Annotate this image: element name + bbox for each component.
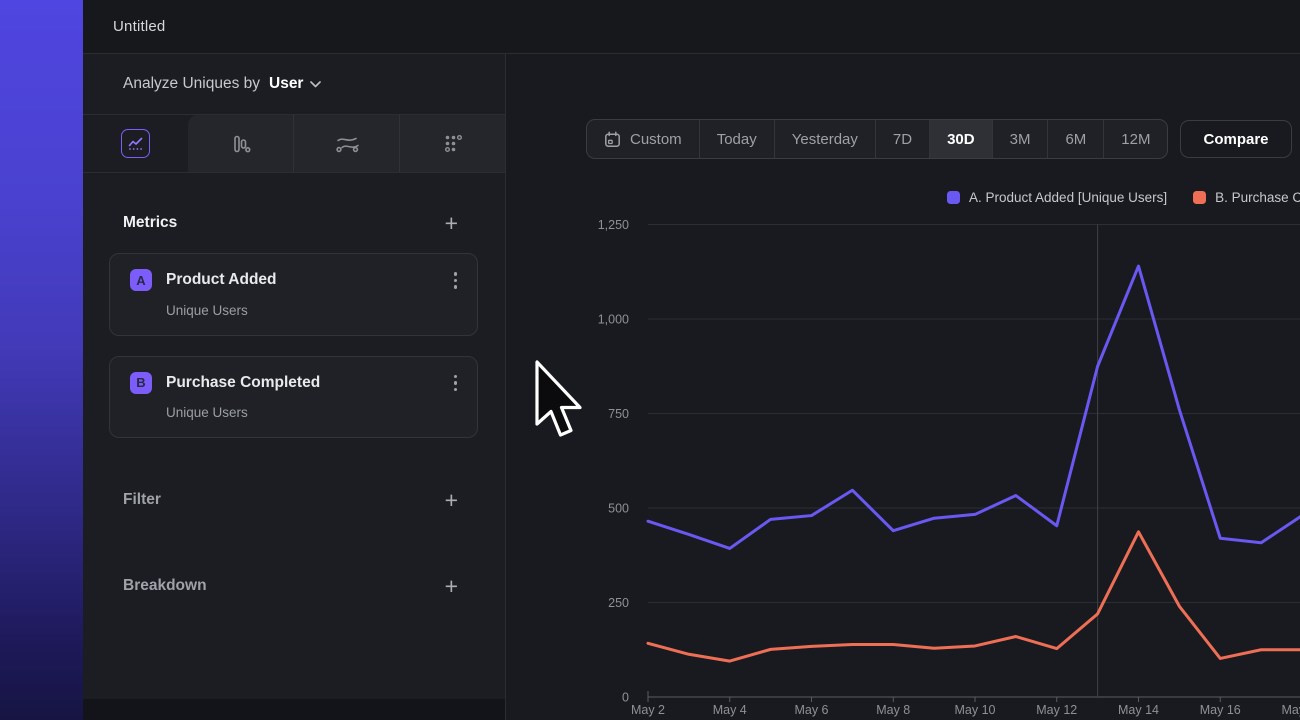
metric-name: Product Added — [166, 271, 277, 289]
svg-text:May 14: May 14 — [1118, 703, 1159, 717]
query-sidebar: Analyze Uniques by User — [83, 54, 506, 720]
metric-name: Purchase Completed — [166, 374, 320, 392]
breakdown-section: Breakdown + — [83, 576, 505, 596]
range-button-today[interactable]: Today — [700, 120, 775, 158]
filter-section: Filter + — [83, 490, 505, 510]
add-metric-button[interactable]: + — [445, 213, 458, 233]
svg-text:500: 500 — [608, 502, 629, 516]
metric-measurement[interactable]: Unique Users — [166, 405, 461, 420]
range-button-6m[interactable]: 6M — [1048, 120, 1104, 158]
svg-text:1,250: 1,250 — [598, 218, 629, 232]
flow-chart-icon — [334, 132, 360, 156]
chart-canvas[interactable]: 0 250 500 750 1,000 1,250 May 2 May 4 May 6 May 8… — [506, 213, 1300, 720]
chevron-down-icon — [310, 81, 321, 88]
grid-dots-icon — [441, 132, 465, 156]
svg-text:0: 0 — [622, 691, 629, 705]
line-chart-icon — [121, 129, 150, 158]
range-button-custom[interactable]: Custom — [587, 120, 700, 158]
legend-swatch — [947, 191, 960, 204]
range-button-yesterday[interactable]: Yesterday — [775, 120, 876, 158]
analyze-row: Analyze Uniques by User — [83, 54, 505, 115]
add-filter-button[interactable]: + — [445, 490, 458, 510]
metric-measurement[interactable]: Unique Users — [166, 303, 461, 318]
metric-card-list: A Product Added Unique Users B Purchase Comp… — [109, 253, 478, 438]
svg-text:May 4: May 4 — [713, 703, 747, 717]
sidebar-footer — [83, 699, 505, 720]
metric-card-a[interactable]: A Product Added Unique Users — [109, 253, 478, 336]
chart-type-tabs — [83, 115, 505, 173]
metric-badge: B — [130, 372, 152, 394]
date-range-bar: CustomTodayYesterday7D30D3M6M12M Compare — [586, 119, 1292, 159]
analyze-by-dropdown[interactable]: User — [269, 75, 321, 93]
tab-flow-chart[interactable] — [293, 115, 399, 172]
legend-swatch — [1193, 191, 1206, 204]
report-title[interactable]: Untitled — [113, 18, 165, 35]
svg-text:May 6: May 6 — [794, 703, 828, 717]
filter-title: Filter — [123, 491, 161, 509]
calendar-icon — [604, 131, 621, 148]
analyze-label: Analyze Uniques by — [123, 75, 260, 93]
metric-card-b[interactable]: B Purchase Completed Unique Users — [109, 356, 478, 439]
metrics-title: Metrics — [123, 214, 177, 232]
range-button-30d[interactable]: 30D — [930, 120, 993, 158]
svg-text:May 2: May 2 — [631, 703, 665, 717]
kebab-menu-icon[interactable] — [450, 269, 462, 292]
svg-text:May 18: May 18 — [1282, 703, 1300, 717]
metrics-section: Metrics + A Product Added Unique Users B Pur… — [83, 213, 505, 438]
date-range-group: CustomTodayYesterday7D30D3M6M12M — [586, 119, 1168, 159]
tab-line-chart[interactable] — [83, 115, 188, 172]
add-breakdown-button[interactable]: + — [445, 576, 458, 596]
svg-text:1,000: 1,000 — [598, 313, 629, 327]
svg-text:May 12: May 12 — [1036, 703, 1077, 717]
chart-legend: A. Product Added [Unique Users] B. Purcha… — [947, 190, 1300, 205]
metric-badge: A — [130, 269, 152, 291]
chart-panel: CustomTodayYesterday7D30D3M6M12M Compare… — [506, 54, 1300, 720]
analyze-by-value: User — [269, 75, 303, 93]
tab-bar-chart[interactable] — [188, 115, 293, 172]
legend-item[interactable]: B. Purchase Completed [Unique Users] — [1193, 190, 1300, 205]
chart-type-tabs-inactive-group — [188, 115, 505, 172]
breakdown-title: Breakdown — [123, 577, 207, 595]
legend-item[interactable]: A. Product Added [Unique Users] — [947, 190, 1167, 205]
svg-text:May 8: May 8 — [876, 703, 910, 717]
range-button-12m[interactable]: 12M — [1104, 120, 1167, 158]
svg-text:750: 750 — [608, 407, 629, 421]
app-window: Untitled Analyze Uniques by User — [83, 0, 1300, 720]
range-button-7d[interactable]: 7D — [876, 120, 930, 158]
bar-chart-icon — [229, 132, 253, 156]
kebab-menu-icon[interactable] — [450, 372, 462, 395]
top-bar: Untitled — [83, 0, 1300, 54]
range-button-3m[interactable]: 3M — [993, 120, 1049, 158]
compare-button[interactable]: Compare — [1180, 120, 1291, 158]
desktop-background-strip — [0, 0, 83, 720]
svg-text:250: 250 — [608, 596, 629, 610]
tab-grid-dots[interactable] — [399, 115, 505, 172]
svg-text:May 16: May 16 — [1200, 703, 1241, 717]
svg-text:May 10: May 10 — [955, 703, 996, 717]
